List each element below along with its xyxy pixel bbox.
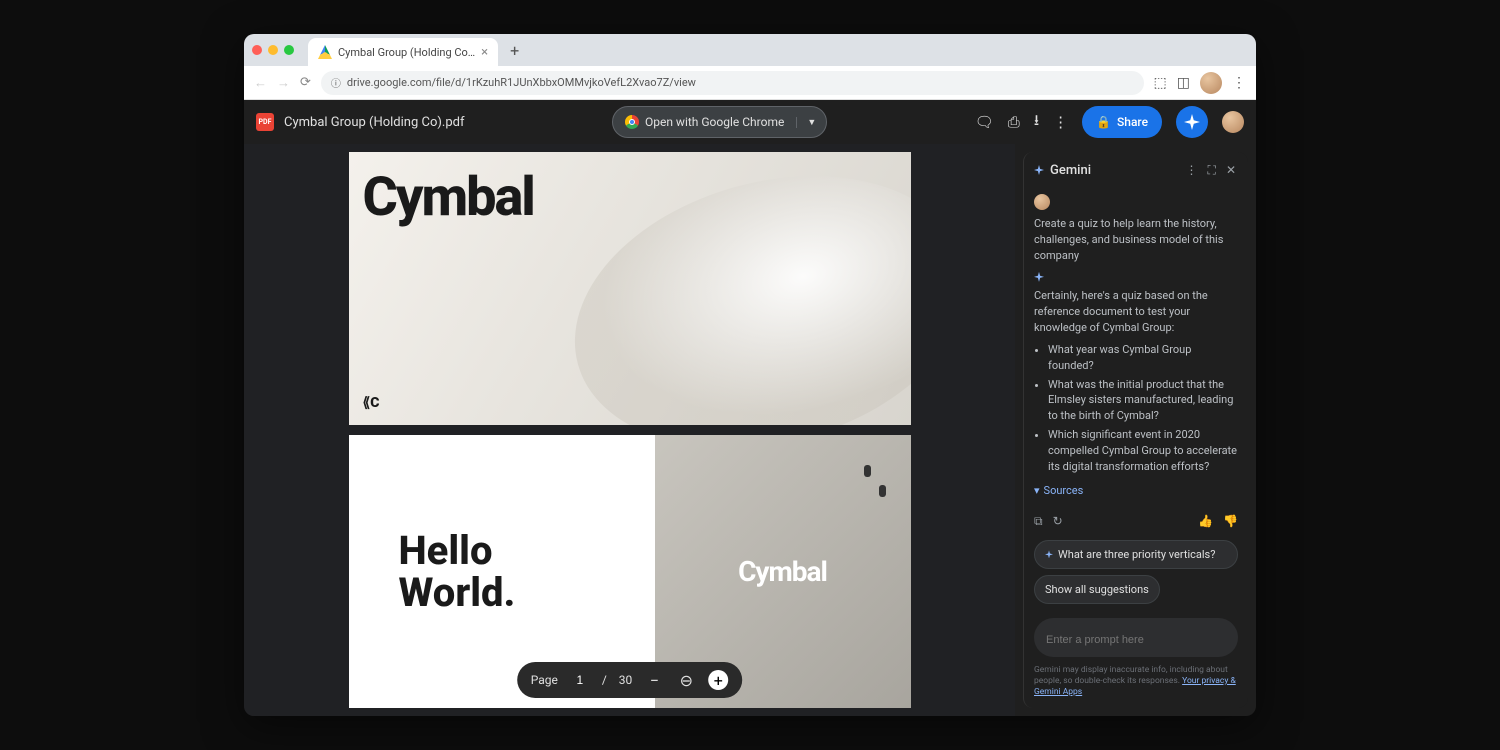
show-all-suggestions-button[interactable]: Show all suggestions xyxy=(1034,575,1160,604)
suggestion-chip[interactable]: What are three priority verticals? xyxy=(1034,540,1238,569)
zoom-in-button[interactable]: + xyxy=(708,670,728,690)
url-text: drive.google.com/file/d/1rKzuhR1JUnXbbxO… xyxy=(347,76,696,89)
maximize-window-button[interactable] xyxy=(284,45,294,55)
side-panel-icon[interactable]: ◫ xyxy=(1177,75,1190,91)
page-separator: / xyxy=(602,673,607,687)
gemini-sparkle-icon xyxy=(1034,165,1044,175)
feedback-row: ⧉ ↻ 👍 👎 xyxy=(1034,507,1238,530)
forward-button[interactable]: → xyxy=(277,75,290,91)
gemini-header: Gemini ⋮ ⛶ ✕ xyxy=(1024,152,1248,188)
ai-intro-text: Certainly, here's a quiz based on the re… xyxy=(1034,288,1238,336)
open-with-dropdown[interactable]: ▼ xyxy=(796,117,826,128)
quiz-item: What year was Cymbal Group founded? xyxy=(1048,342,1238,374)
disclaimer: Gemini may display inaccurate info, incl… xyxy=(1034,665,1238,698)
gemini-button[interactable] xyxy=(1176,106,1208,138)
open-with-chrome[interactable]: Open with Google Chrome xyxy=(613,115,796,129)
regenerate-icon[interactable]: ↻ xyxy=(1053,513,1063,530)
back-button[interactable]: ← xyxy=(254,75,267,91)
download-icon[interactable]: ⭳ xyxy=(1034,110,1039,135)
thumbs-up-icon[interactable]: 👍 xyxy=(1198,513,1213,530)
page1-logo: ⟪C xyxy=(363,395,380,411)
share-button[interactable]: 🔒 Share xyxy=(1082,106,1162,138)
prompt-input-container xyxy=(1034,618,1238,657)
gemini-conversation: Create a quiz to help learn the history,… xyxy=(1024,188,1248,532)
close-window-button[interactable] xyxy=(252,45,262,55)
add-comment-icon[interactable]: 🗨 xyxy=(975,113,994,131)
sparkle-icon xyxy=(1184,114,1200,130)
gemini-title: Gemini xyxy=(1050,163,1178,178)
profile-avatar[interactable] xyxy=(1200,72,1222,94)
gemini-footer: What are three priority verticals? Show … xyxy=(1024,532,1248,708)
prompt-input[interactable] xyxy=(1046,634,1226,646)
page-controls: Page / 30 − ⊖ + xyxy=(517,662,743,698)
drive-icon xyxy=(318,45,332,59)
page1-title: Cymbal xyxy=(363,166,534,229)
quiz-list: What year was Cymbal Group founded? What… xyxy=(1034,342,1238,476)
close-tab-button[interactable]: × xyxy=(481,45,488,60)
copy-icon[interactable]: ⧉ xyxy=(1034,513,1043,530)
document-area[interactable]: Cymbal ⟪C Hello World. Cymbal xyxy=(244,144,1015,716)
minimize-window-button[interactable] xyxy=(268,45,278,55)
ai-sparkle-icon xyxy=(1034,272,1044,282)
extensions-icon[interactable]: ⬚ xyxy=(1154,75,1167,91)
pdf-page-1: Cymbal ⟪C xyxy=(349,152,911,425)
user-avatar xyxy=(1034,194,1050,210)
address-bar[interactable]: ⓘ drive.google.com/file/d/1rKzuhR1JUnXbb… xyxy=(321,71,1144,95)
gemini-close-icon[interactable]: ✕ xyxy=(1224,161,1238,179)
page-total: 30 xyxy=(619,673,633,687)
user-message-row xyxy=(1034,194,1238,210)
page2-title: Hello World. xyxy=(399,530,516,614)
window-controls xyxy=(252,45,294,55)
tab-title: Cymbal Group (Holding Co… xyxy=(338,46,475,59)
tab-bar: Cymbal Group (Holding Co… × + xyxy=(244,34,1256,66)
app-body: Cymbal ⟪C Hello World. Cymbal xyxy=(244,144,1256,716)
sources-toggle[interactable]: ▾ Sources xyxy=(1034,483,1238,499)
gemini-menu-icon[interactable]: ⋮ xyxy=(1184,161,1200,179)
share-lock-icon: 🔒 xyxy=(1096,115,1111,129)
viewer-header: PDF Cymbal Group (Holding Co).pdf Open w… xyxy=(244,100,1256,144)
gemini-panel: Gemini ⋮ ⛶ ✕ Create a quiz to help learn… xyxy=(1023,152,1248,708)
quiz-item: Which significant event in 2020 compelle… xyxy=(1048,427,1238,475)
file-name: Cymbal Group (Holding Co).pdf xyxy=(284,115,464,130)
browser-tab[interactable]: Cymbal Group (Holding Co… × xyxy=(308,38,498,66)
thumbs-down-icon[interactable]: 👎 xyxy=(1223,513,1238,530)
quiz-item: What was the initial product that the El… xyxy=(1048,377,1238,425)
url-bar: ← → ⟳ ⓘ drive.google.com/file/d/1rKzuhR1… xyxy=(244,66,1256,100)
browser-window: Cymbal Group (Holding Co… × + ← → ⟳ ⓘ dr… xyxy=(244,34,1256,716)
more-actions-icon[interactable]: ⋮ xyxy=(1053,113,1068,131)
ai-indicator xyxy=(1034,272,1238,282)
open-with-button: Open with Google Chrome ▼ xyxy=(612,106,827,138)
share-label: Share xyxy=(1117,115,1148,129)
chevron-down-icon: ▾ xyxy=(1034,483,1040,499)
page-label: Page xyxy=(531,673,558,687)
zoom-out-button[interactable]: − xyxy=(644,671,664,690)
account-avatar[interactable] xyxy=(1222,111,1244,133)
chrome-icon xyxy=(625,115,639,129)
reload-button[interactable]: ⟳ xyxy=(300,75,311,90)
zoom-reset-button[interactable]: ⊖ xyxy=(676,671,696,690)
sparkle-icon xyxy=(1045,550,1053,558)
browser-actions: ⬚ ◫ ⋮ xyxy=(1154,72,1246,94)
pdf-icon: PDF xyxy=(256,113,274,131)
gemini-expand-icon[interactable]: ⛶ xyxy=(1206,161,1218,180)
browser-menu-icon[interactable]: ⋮ xyxy=(1232,75,1246,91)
open-with-label: Open with Google Chrome xyxy=(645,115,784,129)
print-icon[interactable]: ⎙ xyxy=(1008,113,1020,131)
new-tab-button[interactable]: + xyxy=(510,41,519,60)
user-message-text: Create a quiz to help learn the history,… xyxy=(1034,216,1238,264)
page-number-input[interactable] xyxy=(570,673,590,687)
header-actions: 🗨 ⎙ ⭳ ⋮ 🔒 Share xyxy=(975,106,1244,138)
page2-brand: Cymbal xyxy=(738,555,827,588)
site-info-icon[interactable]: ⓘ xyxy=(331,75,341,90)
